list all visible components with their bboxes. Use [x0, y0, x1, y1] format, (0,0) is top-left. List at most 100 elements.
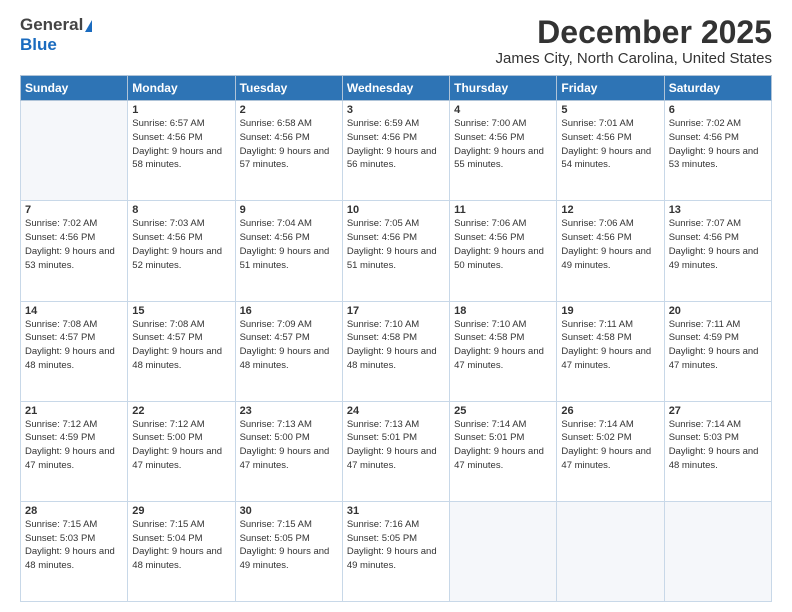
day-number: 17	[347, 305, 445, 317]
day-number: 8	[132, 204, 230, 216]
calendar-week-row: 7Sunrise: 7:02 AMSunset: 4:56 PMDaylight…	[21, 201, 772, 301]
calendar-cell: 7Sunrise: 7:02 AMSunset: 4:56 PMDaylight…	[21, 201, 128, 301]
calendar-cell: 19Sunrise: 7:11 AMSunset: 4:58 PMDayligh…	[557, 301, 664, 401]
day-number: 3	[347, 104, 445, 116]
calendar-cell: 14Sunrise: 7:08 AMSunset: 4:57 PMDayligh…	[21, 301, 128, 401]
day-detail: Sunrise: 7:09 AMSunset: 4:57 PMDaylight:…	[240, 318, 338, 373]
day-number: 22	[132, 405, 230, 417]
day-number: 2	[240, 104, 338, 116]
day-detail: Sunrise: 7:10 AMSunset: 4:58 PMDaylight:…	[347, 318, 445, 373]
calendar-cell: 26Sunrise: 7:14 AMSunset: 5:02 PMDayligh…	[557, 401, 664, 501]
day-detail: Sunrise: 7:03 AMSunset: 4:56 PMDaylight:…	[132, 217, 230, 272]
day-number: 4	[454, 104, 552, 116]
day-number: 12	[561, 204, 659, 216]
day-number: 13	[669, 204, 767, 216]
day-number: 16	[240, 305, 338, 317]
day-number: 29	[132, 505, 230, 517]
day-detail: Sunrise: 7:14 AMSunset: 5:01 PMDaylight:…	[454, 418, 552, 473]
day-number: 27	[669, 405, 767, 417]
day-number: 5	[561, 104, 659, 116]
subtitle: James City, North Carolina, United State…	[496, 50, 773, 67]
calendar-header-saturday: Saturday	[664, 76, 771, 101]
calendar-cell: 11Sunrise: 7:06 AMSunset: 4:56 PMDayligh…	[450, 201, 557, 301]
day-number: 24	[347, 405, 445, 417]
day-detail: Sunrise: 7:15 AMSunset: 5:04 PMDaylight:…	[132, 518, 230, 573]
calendar-week-row: 21Sunrise: 7:12 AMSunset: 4:59 PMDayligh…	[21, 401, 772, 501]
day-detail: Sunrise: 7:06 AMSunset: 4:56 PMDaylight:…	[454, 217, 552, 272]
calendar-header-friday: Friday	[557, 76, 664, 101]
calendar-cell: 17Sunrise: 7:10 AMSunset: 4:58 PMDayligh…	[342, 301, 449, 401]
day-detail: Sunrise: 7:15 AMSunset: 5:05 PMDaylight:…	[240, 518, 338, 573]
day-number: 20	[669, 305, 767, 317]
day-detail: Sunrise: 7:15 AMSunset: 5:03 PMDaylight:…	[25, 518, 123, 573]
calendar-cell	[664, 501, 771, 601]
day-detail: Sunrise: 7:00 AMSunset: 4:56 PMDaylight:…	[454, 117, 552, 172]
calendar-cell: 12Sunrise: 7:06 AMSunset: 4:56 PMDayligh…	[557, 201, 664, 301]
calendar-cell: 23Sunrise: 7:13 AMSunset: 5:00 PMDayligh…	[235, 401, 342, 501]
day-number: 6	[669, 104, 767, 116]
calendar-cell: 2Sunrise: 6:58 AMSunset: 4:56 PMDaylight…	[235, 101, 342, 201]
calendar-header-thursday: Thursday	[450, 76, 557, 101]
calendar-cell	[21, 101, 128, 201]
calendar-cell: 4Sunrise: 7:00 AMSunset: 4:56 PMDaylight…	[450, 101, 557, 201]
day-number: 25	[454, 405, 552, 417]
day-detail: Sunrise: 6:57 AMSunset: 4:56 PMDaylight:…	[132, 117, 230, 172]
calendar-table: SundayMondayTuesdayWednesdayThursdayFrid…	[20, 75, 772, 602]
day-detail: Sunrise: 7:04 AMSunset: 4:56 PMDaylight:…	[240, 217, 338, 272]
day-number: 21	[25, 405, 123, 417]
logo: General Blue	[20, 15, 92, 55]
header: General Blue December 2025 James City, N…	[20, 15, 772, 67]
calendar-cell: 9Sunrise: 7:04 AMSunset: 4:56 PMDaylight…	[235, 201, 342, 301]
day-detail: Sunrise: 7:11 AMSunset: 4:59 PMDaylight:…	[669, 318, 767, 373]
page: General Blue December 2025 James City, N…	[0, 0, 792, 612]
calendar-cell: 20Sunrise: 7:11 AMSunset: 4:59 PMDayligh…	[664, 301, 771, 401]
calendar-cell: 16Sunrise: 7:09 AMSunset: 4:57 PMDayligh…	[235, 301, 342, 401]
day-number: 26	[561, 405, 659, 417]
day-detail: Sunrise: 7:12 AMSunset: 4:59 PMDaylight:…	[25, 418, 123, 473]
day-number: 7	[25, 204, 123, 216]
day-number: 10	[347, 204, 445, 216]
day-detail: Sunrise: 6:59 AMSunset: 4:56 PMDaylight:…	[347, 117, 445, 172]
calendar-cell: 8Sunrise: 7:03 AMSunset: 4:56 PMDaylight…	[128, 201, 235, 301]
day-number: 11	[454, 204, 552, 216]
calendar-cell: 1Sunrise: 6:57 AMSunset: 4:56 PMDaylight…	[128, 101, 235, 201]
calendar-week-row: 28Sunrise: 7:15 AMSunset: 5:03 PMDayligh…	[21, 501, 772, 601]
calendar-cell: 25Sunrise: 7:14 AMSunset: 5:01 PMDayligh…	[450, 401, 557, 501]
calendar-header-monday: Monday	[128, 76, 235, 101]
calendar-cell: 3Sunrise: 6:59 AMSunset: 4:56 PMDaylight…	[342, 101, 449, 201]
day-detail: Sunrise: 7:14 AMSunset: 5:03 PMDaylight:…	[669, 418, 767, 473]
calendar-cell: 5Sunrise: 7:01 AMSunset: 4:56 PMDaylight…	[557, 101, 664, 201]
day-detail: Sunrise: 7:13 AMSunset: 5:00 PMDaylight:…	[240, 418, 338, 473]
calendar-cell: 27Sunrise: 7:14 AMSunset: 5:03 PMDayligh…	[664, 401, 771, 501]
day-detail: Sunrise: 7:02 AMSunset: 4:56 PMDaylight:…	[25, 217, 123, 272]
title-block: December 2025 James City, North Carolina…	[496, 15, 773, 67]
day-detail: Sunrise: 7:07 AMSunset: 4:56 PMDaylight:…	[669, 217, 767, 272]
day-number: 28	[25, 505, 123, 517]
day-number: 14	[25, 305, 123, 317]
day-detail: Sunrise: 7:01 AMSunset: 4:56 PMDaylight:…	[561, 117, 659, 172]
day-number: 1	[132, 104, 230, 116]
day-detail: Sunrise: 7:08 AMSunset: 4:57 PMDaylight:…	[132, 318, 230, 373]
day-number: 18	[454, 305, 552, 317]
day-number: 23	[240, 405, 338, 417]
day-number: 9	[240, 204, 338, 216]
day-detail: Sunrise: 7:14 AMSunset: 5:02 PMDaylight:…	[561, 418, 659, 473]
calendar-cell: 22Sunrise: 7:12 AMSunset: 5:00 PMDayligh…	[128, 401, 235, 501]
calendar-cell: 10Sunrise: 7:05 AMSunset: 4:56 PMDayligh…	[342, 201, 449, 301]
calendar-header-sunday: Sunday	[21, 76, 128, 101]
calendar-cell: 24Sunrise: 7:13 AMSunset: 5:01 PMDayligh…	[342, 401, 449, 501]
logo-general: General	[20, 15, 83, 35]
day-detail: Sunrise: 7:05 AMSunset: 4:56 PMDaylight:…	[347, 217, 445, 272]
calendar-cell: 28Sunrise: 7:15 AMSunset: 5:03 PMDayligh…	[21, 501, 128, 601]
calendar-cell: 21Sunrise: 7:12 AMSunset: 4:59 PMDayligh…	[21, 401, 128, 501]
calendar-week-row: 1Sunrise: 6:57 AMSunset: 4:56 PMDaylight…	[21, 101, 772, 201]
calendar-header-tuesday: Tuesday	[235, 76, 342, 101]
day-detail: Sunrise: 7:16 AMSunset: 5:05 PMDaylight:…	[347, 518, 445, 573]
calendar-cell: 15Sunrise: 7:08 AMSunset: 4:57 PMDayligh…	[128, 301, 235, 401]
calendar-cell: 29Sunrise: 7:15 AMSunset: 5:04 PMDayligh…	[128, 501, 235, 601]
logo-blue: Blue	[20, 35, 57, 54]
calendar-cell: 31Sunrise: 7:16 AMSunset: 5:05 PMDayligh…	[342, 501, 449, 601]
day-detail: Sunrise: 7:12 AMSunset: 5:00 PMDaylight:…	[132, 418, 230, 473]
calendar-week-row: 14 Sunrise: 7:08 AMSunset: 4:57 PMDayligh…	[21, 301, 772, 401]
calendar-cell: 6Sunrise: 7:02 AMSunset: 4:56 PMDaylight…	[664, 101, 771, 201]
